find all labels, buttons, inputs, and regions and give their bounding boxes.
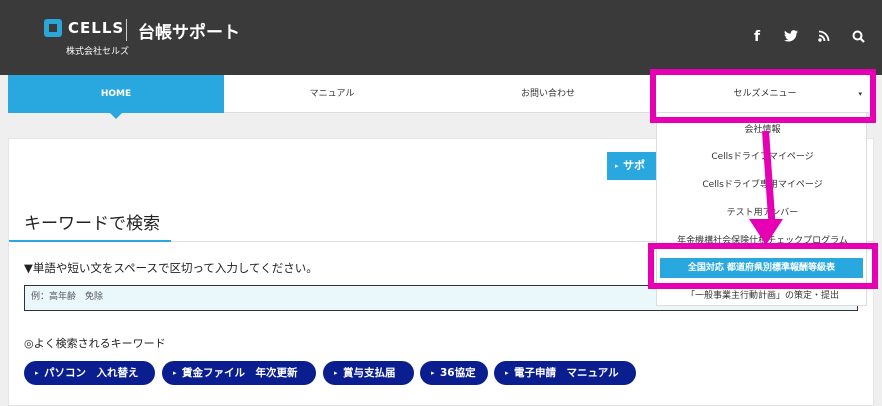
nav-item-contact[interactable]: お問い合わせ bbox=[440, 75, 656, 113]
dropdown-item[interactable]: 「一般事業主行動計画」の策定・提出 bbox=[657, 288, 868, 301]
cells-logo-icon[interactable] bbox=[44, 19, 62, 37]
keyword-tag[interactable]: 賞与支払届 bbox=[323, 361, 414, 385]
highlight-box-item bbox=[648, 243, 878, 289]
arrow-down-icon bbox=[749, 219, 783, 245]
heading-accent-bar bbox=[9, 240, 171, 242]
nav-item-manual[interactable]: マニュアル bbox=[224, 75, 440, 113]
search-instruction: ▼単語や短い文をスペースで区切って入力してください。 bbox=[24, 261, 318, 275]
nav-item-home[interactable]: HOME bbox=[8, 75, 224, 119]
keyword-tag[interactable]: 賃金ファイル 年次更新 bbox=[162, 361, 316, 385]
company-name: 株式会社セルズ bbox=[66, 47, 130, 57]
facebook-icon[interactable]: f bbox=[754, 29, 760, 45]
search-icon[interactable] bbox=[852, 30, 865, 47]
site-title[interactable]: 台帳サポート bbox=[138, 18, 240, 43]
keyword-tag[interactable]: 36協定 bbox=[420, 361, 488, 385]
keyword-tag[interactable]: 電子申請 マニュアル bbox=[494, 361, 636, 385]
logo-text[interactable]: CELLS bbox=[68, 19, 124, 37]
keyword-search-heading: キーワードで検索 bbox=[24, 214, 160, 234]
rss-icon[interactable] bbox=[818, 30, 830, 46]
dropdown-item[interactable]: Cellsドライブ専用マイページ bbox=[657, 177, 868, 190]
site-header: CELLS 台帳サポート 株式会社セルズ f bbox=[0, 0, 882, 75]
highlight-box-menu bbox=[650, 69, 876, 123]
dropdown-item[interactable]: テスト用アンバー bbox=[657, 205, 868, 218]
keyword-tag[interactable]: パソコン 入れ替え bbox=[24, 361, 155, 385]
support-button-label: サポ bbox=[623, 159, 645, 172]
popular-keywords-label: ◎よく検索されるキーワード bbox=[24, 337, 166, 350]
play-icon: ▸ bbox=[615, 162, 619, 170]
logo-divider bbox=[126, 19, 127, 41]
twitter-icon[interactable] bbox=[784, 30, 798, 46]
